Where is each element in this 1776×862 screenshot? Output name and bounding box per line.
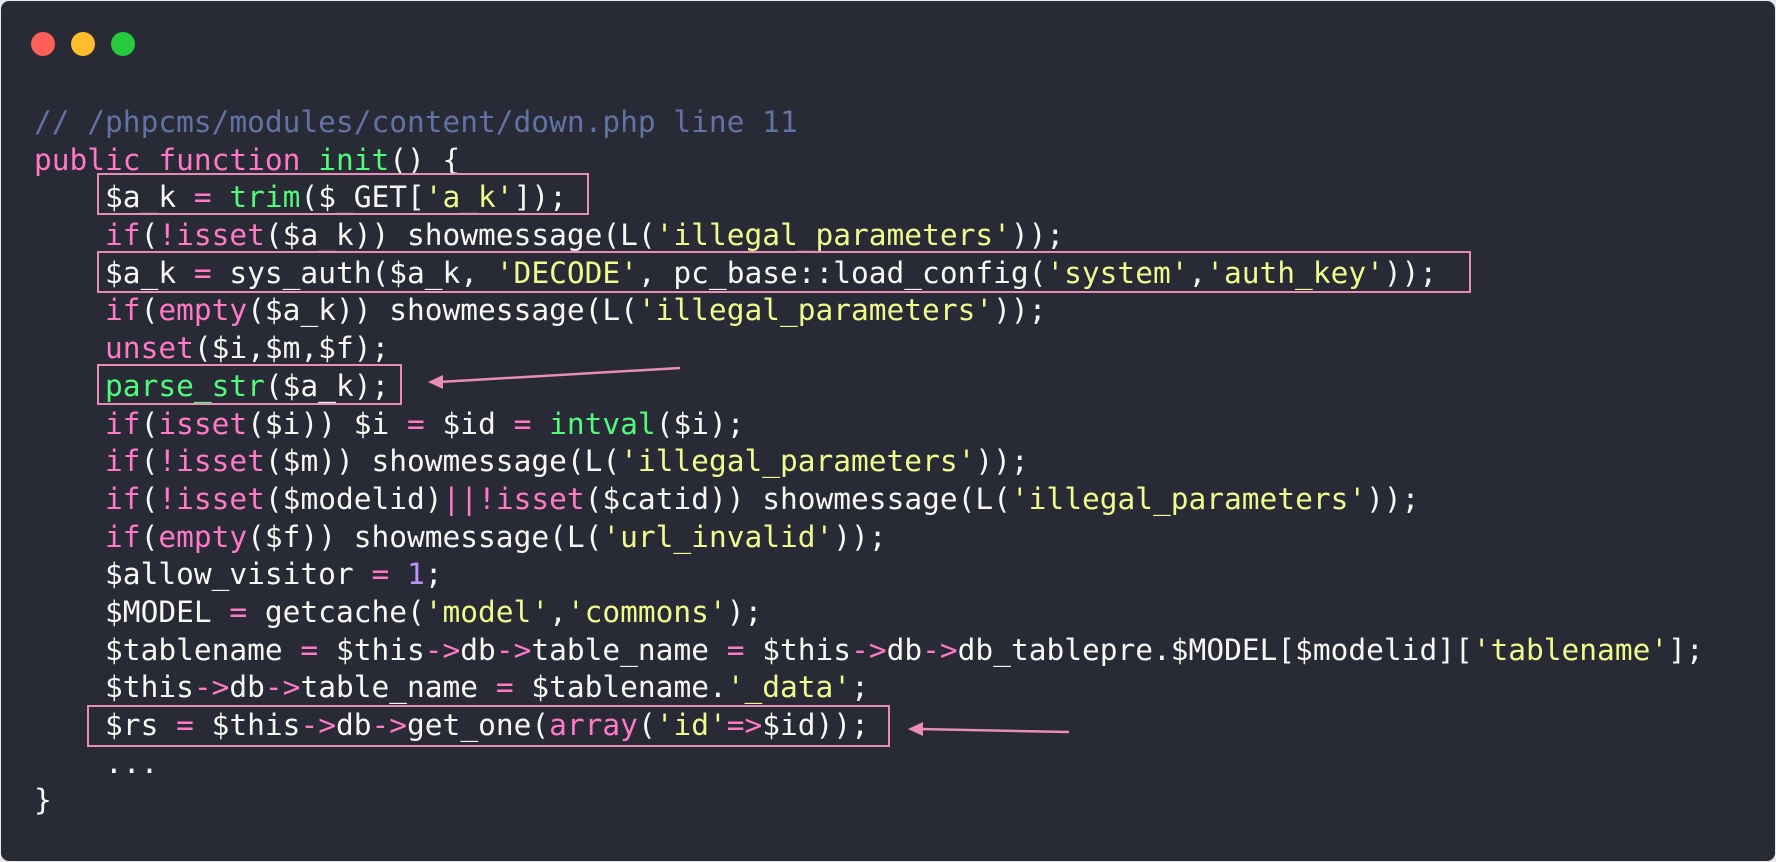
arrow-to-parse-str-icon (428, 366, 681, 389)
code-window: // /phpcms/modules/content/down.php line… (1, 1, 1775, 861)
arrow-to-get-one-icon (908, 722, 1070, 736)
annotation-arrows (428, 366, 1070, 736)
